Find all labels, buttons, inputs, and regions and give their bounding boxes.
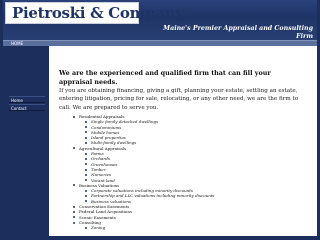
bullet-icon — [85, 152, 87, 155]
service-label: Orchards — [91, 156, 110, 162]
intro-heading: We are the experienced and qualified fir… — [59, 69, 271, 86]
bullet-icon — [85, 189, 87, 192]
intro-paragraph: If you are obtaining financing, giving a… — [59, 88, 299, 111]
sidebar-item-home[interactable]: Home — [9, 96, 45, 103]
bullet-icon — [85, 195, 87, 198]
service-label: Agricultural Appraisals — [79, 145, 127, 151]
bullet-icon — [85, 168, 87, 171]
bullet-icon — [85, 163, 87, 166]
service-label: Scenic Easements — [79, 214, 116, 220]
service-label: Federal Land Acquisitions — [79, 209, 132, 215]
service-label: Island properties — [91, 135, 126, 141]
bullet-icon — [85, 142, 87, 145]
services-list: Residential Appraisals Single family deta… — [73, 114, 299, 231]
logo-text: Pietroski & Company — [12, 4, 184, 22]
service-label: Conservation Easements — [79, 204, 130, 210]
service-label: Multi-family dwellings — [91, 140, 137, 146]
bullet-icon — [73, 205, 75, 208]
sidebar: Home Contact — [3, 46, 49, 236]
bullet-icon — [73, 115, 75, 118]
service-label: Greenhouses — [91, 161, 118, 167]
bullet-icon — [73, 147, 75, 150]
service-label: Nurseries — [91, 172, 112, 178]
main-content: We are the experienced and qualified fir… — [49, 46, 317, 236]
bullet-icon — [73, 210, 75, 213]
service-subitem: Zoning — [79, 225, 299, 230]
service-label: Business valuations — [91, 198, 131, 204]
service-label: Partnership and LLC valuations including… — [91, 193, 215, 199]
bullet-icon — [85, 179, 87, 182]
service-label: Residential Appraisals — [79, 114, 125, 119]
service-label: Vacant land — [91, 177, 115, 183]
service-label: Zoning — [91, 225, 106, 231]
bullet-icon — [85, 120, 87, 123]
service-label: Condominiums — [91, 124, 122, 130]
page: Pietroski & Company Maine's Premier Appr… — [0, 0, 320, 240]
service-label: Consulting — [79, 219, 101, 225]
bullet-icon — [73, 184, 75, 187]
bullet-icon — [73, 221, 75, 224]
bullet-icon — [85, 126, 87, 129]
bottom-border — [0, 236, 320, 240]
service-label: Business Valuations — [79, 182, 120, 188]
tagline-line-1: Maine's Premier Appraisal and Consulting — [163, 25, 313, 32]
service-label: Corporate valuations including minority … — [91, 188, 193, 194]
service-label: Farms — [91, 151, 104, 157]
bullet-icon — [85, 173, 87, 176]
bullet-icon — [85, 157, 87, 160]
bullet-icon — [85, 136, 87, 139]
site-header: Pietroski & Company Maine's Premier Appr… — [3, 0, 317, 40]
sidebar-item-contact[interactable]: Contact — [9, 104, 45, 111]
service-label: Timber — [91, 166, 106, 172]
tagline: Maine's Premier Appraisal and Consulting… — [153, 25, 313, 41]
service-label: Mobile homes — [91, 129, 120, 135]
bullet-icon — [85, 131, 87, 134]
bullet-icon — [85, 200, 87, 203]
service-label: Single family detached dwellings — [91, 119, 159, 125]
bullet-icon — [73, 216, 75, 219]
bullet-icon — [85, 226, 87, 229]
logo[interactable]: Pietroski & Company — [5, 2, 184, 24]
